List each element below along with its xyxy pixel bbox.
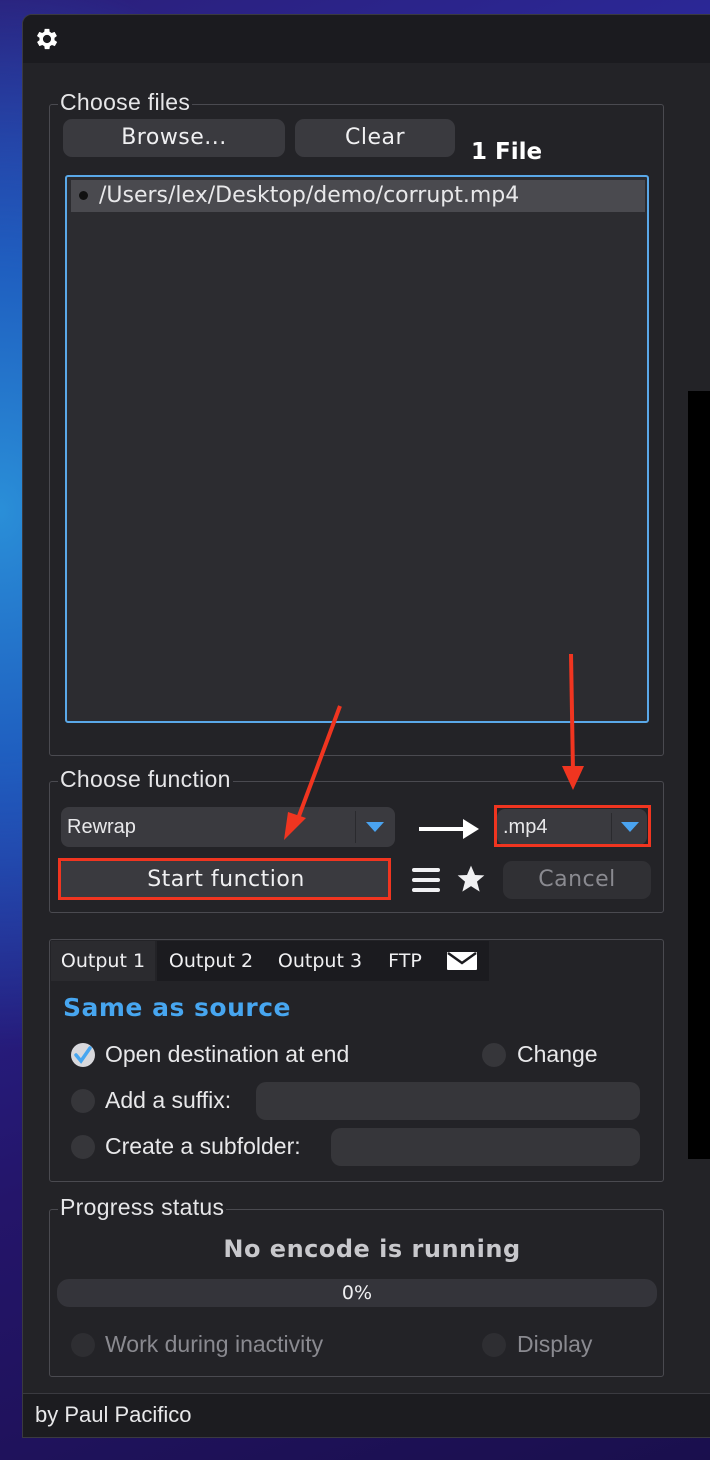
tab-output-3[interactable]: Output 3 [265,941,375,981]
right-arrow-icon [419,819,479,839]
change-label: Change [517,1041,598,1067]
progress-percent: 0% [341,1282,373,1304]
file-list-item[interactable]: /Users/lex/Desktop/demo/corrupt.mp4 [71,180,645,212]
app-window: Choose files Browse... Clear 1 File /Use… [22,14,710,1438]
select-separator [355,811,356,843]
suffix-label: Add a suffix: [105,1087,232,1113]
open-destination-label: Open destination at end [105,1041,350,1067]
open-destination-checkbox[interactable] [71,1043,95,1067]
suffix-radio[interactable] [71,1089,95,1113]
envelope-icon [447,952,477,970]
cancel-button[interactable]: Cancel [503,861,651,899]
preview-panel [688,391,710,1159]
subfolder-radio[interactable] [71,1135,95,1159]
tab-ftp[interactable]: FTP [375,941,435,981]
gear-icon[interactable] [33,25,61,53]
inactivity-label: Work during inactivity [105,1331,324,1357]
tab-mail[interactable] [435,941,489,981]
checkmark-icon [74,1046,92,1064]
title-bar [23,15,710,63]
encode-status: No encode is running [223,1235,521,1263]
tab-output-1[interactable]: Output 1 [51,941,155,981]
display-radio[interactable] [482,1333,506,1357]
display-label: Display [517,1331,593,1357]
file-list[interactable]: /Users/lex/Desktop/demo/corrupt.mp4 [65,175,649,723]
function-select-value: Rewrap [67,816,136,838]
clear-button[interactable]: Clear [295,119,455,157]
star-icon[interactable] [455,863,487,895]
bullet-dot [79,191,88,200]
choose-files-legend: Choose files [58,89,193,116]
suffix-input[interactable] [256,1082,640,1120]
main-content: Choose files Browse... Clear 1 File /Use… [23,63,710,1393]
annotation-box-start [58,858,391,900]
annotation-box-extension [494,805,651,847]
inactivity-radio[interactable] [71,1333,95,1357]
file-path: /Users/lex/Desktop/demo/corrupt.mp4 [99,183,520,208]
author-credit: by Paul Pacifico [35,1402,192,1427]
chevron-down-icon [366,822,384,832]
destination-label[interactable]: Same as source [63,993,291,1022]
subfolder-input[interactable] [331,1128,640,1166]
progress-legend: Progress status [58,1194,227,1221]
change-radio[interactable] [482,1043,506,1067]
browse-button[interactable]: Browse... [63,119,285,157]
file-count-label: 1 File [471,139,543,165]
tab-output-2[interactable]: Output 2 [157,941,265,981]
subfolder-label: Create a subfolder: [105,1133,301,1159]
function-select[interactable]: Rewrap [61,807,395,847]
progress-bar: 0% [57,1279,657,1307]
footer: by Paul Pacifico [23,1393,710,1437]
choose-function-legend: Choose function [58,766,233,793]
menu-lines-icon[interactable] [410,865,442,895]
